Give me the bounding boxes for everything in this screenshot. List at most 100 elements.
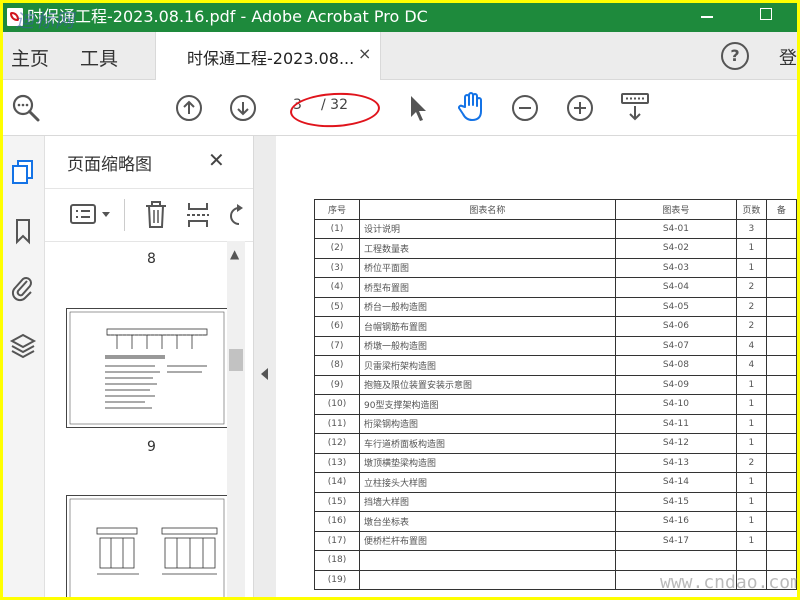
table-cell bbox=[765, 335, 797, 356]
table-cell: 1 bbox=[736, 257, 767, 278]
table-cell: 桁梁钢构造图 bbox=[359, 413, 616, 434]
table-header-row: 序号 图表名称 图表号 页数 备 bbox=[313, 199, 797, 220]
delete-page-icon[interactable] bbox=[143, 200, 169, 230]
table-cell: 1 bbox=[736, 491, 767, 512]
panel-close-icon[interactable]: ✕ bbox=[208, 148, 225, 172]
table-cell: 桥墩一般构造图 bbox=[359, 335, 616, 356]
layers-icon[interactable] bbox=[9, 332, 37, 360]
table-cell: (10) bbox=[313, 394, 361, 415]
table-cell: (4) bbox=[313, 277, 361, 298]
table-row: (3) 桥位平面图 S4-03 1 bbox=[313, 257, 797, 278]
select-arrow-icon[interactable] bbox=[405, 93, 429, 123]
maximize-icon[interactable] bbox=[760, 8, 772, 20]
table-row: (10) 90型支撑架构造图 S4-10 1 bbox=[313, 394, 797, 415]
table-cell: (9) bbox=[313, 374, 361, 395]
drawing-preview bbox=[69, 311, 225, 425]
table-cell: 桥位平面图 bbox=[359, 257, 616, 278]
zoom-out-icon[interactable] bbox=[511, 94, 539, 122]
table-row: (6) 台帽钢筋布置图 S4-06 2 bbox=[313, 316, 797, 337]
table-cell: 2 bbox=[736, 296, 767, 317]
minimize-icon[interactable] bbox=[701, 16, 713, 18]
insert-page-icon[interactable] bbox=[185, 200, 211, 230]
page-thumbnail[interactable] bbox=[66, 308, 228, 428]
panel-title: 页面缩略图 bbox=[67, 155, 152, 175]
col-header: 备 bbox=[765, 199, 797, 220]
table-cell bbox=[765, 218, 797, 239]
table-cell: 墩顶横垫梁构造图 bbox=[359, 452, 616, 473]
table-cell: S4-15 bbox=[614, 491, 738, 512]
keyboard-scroll-icon[interactable] bbox=[620, 92, 650, 124]
rotate-page-icon[interactable] bbox=[225, 200, 251, 230]
tab-bar: 主页 工具 时保通工程-2023.08... × ? 登 bbox=[3, 32, 797, 80]
table-cell: S4-14 bbox=[614, 472, 738, 493]
table-cell: (15) bbox=[313, 491, 361, 512]
page-up-icon[interactable] bbox=[175, 94, 203, 122]
table-cell: 3 bbox=[736, 218, 767, 239]
page-down-icon[interactable] bbox=[229, 94, 257, 122]
table-cell: (16) bbox=[313, 511, 361, 532]
pdf-page: 序号 图表名称 图表号 页数 备 (1) 设计说明 S4-01 3 (2) 工程数量表 S4… bbox=[276, 136, 797, 597]
scrollbar-thumb[interactable] bbox=[229, 349, 243, 371]
table-cell: S4-10 bbox=[614, 394, 738, 415]
left-tool-rail bbox=[3, 136, 45, 597]
thumbnail-scrollbar[interactable]: ▲ bbox=[227, 241, 245, 597]
tab-close-icon[interactable]: × bbox=[358, 44, 371, 63]
table-cell: S4-07 bbox=[614, 335, 738, 356]
login-button[interactable]: 登 bbox=[779, 44, 797, 70]
table-cell: 1 bbox=[736, 374, 767, 395]
table-cell: S4-05 bbox=[614, 296, 738, 317]
thumbnails-panel: 页面缩略图 ✕ 8 9 ▲ bbox=[45, 136, 254, 597]
document-tab[interactable]: 时保通工程-2023.08... × bbox=[155, 32, 381, 80]
table-cell bbox=[765, 413, 797, 434]
table-cell: 设计说明 bbox=[359, 218, 616, 239]
zoom-in-icon[interactable] bbox=[566, 94, 594, 122]
thumbnail-toolbar bbox=[45, 188, 253, 242]
table-cell: (19) bbox=[313, 569, 361, 590]
table-cell: 4 bbox=[736, 355, 767, 376]
table-row: (14) 立柱接头大样图 S4-14 1 bbox=[313, 472, 797, 493]
hand-tool-icon[interactable] bbox=[456, 91, 486, 123]
table-cell: S4-16 bbox=[614, 511, 738, 532]
page-thumbnails-icon[interactable] bbox=[9, 158, 37, 186]
table-row: (2) 工程数量表 S4-02 1 bbox=[313, 238, 797, 259]
window-title: 时保通工程-2023.08.16.pdf - Adobe Acrobat Pro… bbox=[27, 7, 428, 26]
table-row: (4) 桥型布置图 S4-04 2 bbox=[313, 277, 797, 298]
col-header: 页数 bbox=[736, 199, 767, 220]
table-row: (16) 墩台坐标表 S4-16 1 bbox=[313, 511, 797, 532]
panel-collapse-handle[interactable] bbox=[254, 136, 276, 597]
table-cell: S4-02 bbox=[614, 238, 738, 259]
table-cell: S4-06 bbox=[614, 316, 738, 337]
table-cell bbox=[736, 550, 767, 571]
zoom-search-icon[interactable] bbox=[11, 93, 41, 123]
table-cell: 1 bbox=[736, 472, 767, 493]
table-cell: (11) bbox=[313, 413, 361, 434]
nav-home[interactable]: 主页 bbox=[11, 44, 49, 71]
table-cell bbox=[765, 374, 797, 395]
table-row: (5) 桥台一般构造图 S4-05 2 bbox=[313, 296, 797, 317]
table-cell: 2 bbox=[736, 277, 767, 298]
table-cell: S4-17 bbox=[614, 530, 738, 551]
table-cell: (12) bbox=[313, 433, 361, 454]
document-viewport[interactable]: 序号 图表名称 图表号 页数 备 (1) 设计说明 S4-01 3 (2) 工程数量表 S4… bbox=[276, 136, 797, 597]
attachment-icon[interactable] bbox=[9, 274, 37, 302]
table-cell: S4-08 bbox=[614, 355, 738, 376]
table-cell bbox=[765, 452, 797, 473]
table-cell bbox=[765, 511, 797, 532]
thumbnail-label: 9 bbox=[147, 439, 156, 455]
table-cell bbox=[765, 316, 797, 337]
table-cell: 墩台坐标表 bbox=[359, 511, 616, 532]
collapse-arrow-icon bbox=[261, 368, 268, 380]
help-icon[interactable]: ? bbox=[721, 42, 749, 70]
table-cell: 车行道桥面板构造图 bbox=[359, 433, 616, 454]
options-menu-icon[interactable] bbox=[69, 202, 113, 228]
scroll-up-icon[interactable]: ▲ bbox=[230, 247, 239, 261]
col-header: 图表名称 bbox=[359, 199, 616, 220]
app-window: 时保通工程-2023.08.16.pdf - Adobe Acrobat Pro… bbox=[3, 3, 797, 597]
nav-tools[interactable]: 工具 bbox=[80, 44, 118, 71]
page-thumbnail[interactable] bbox=[66, 495, 228, 597]
bookmark-icon[interactable] bbox=[9, 217, 37, 245]
table-cell bbox=[765, 491, 797, 512]
toolbar-divider bbox=[124, 199, 125, 231]
table-cell: 1 bbox=[736, 394, 767, 415]
table-cell: 便桥栏杆布置图 bbox=[359, 530, 616, 551]
